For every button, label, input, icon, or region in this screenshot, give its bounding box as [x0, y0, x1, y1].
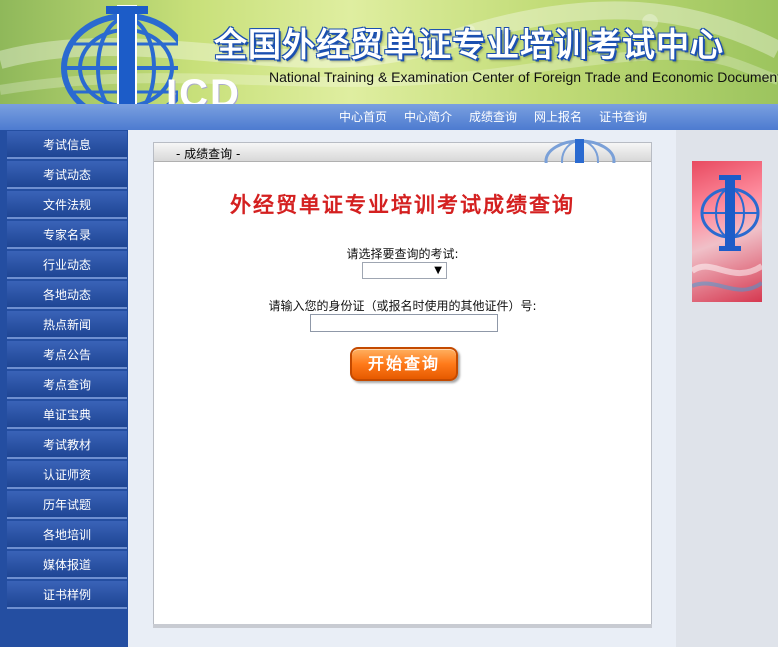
logo-text: ICD	[166, 72, 241, 104]
panel-bottom-border	[153, 624, 652, 628]
sidebar-item-experts[interactable]: 专家名录	[7, 221, 127, 249]
score-query-panel: - 成绩查询 - 外经贸单证专业培训考试成绩查询 请选择要查询的考试: ▼ 请输…	[153, 139, 652, 628]
site-subtitle: National Training & Examination Center o…	[269, 69, 778, 85]
id-number-input[interactable]	[310, 314, 498, 332]
sidebar-item-past-papers[interactable]: 历年试题	[7, 491, 127, 519]
sidebar-item-document-guide[interactable]: 单证宝典	[7, 401, 127, 429]
start-query-button[interactable]: 开始查询	[350, 347, 458, 381]
exam-select-label: 请选择要查询的考试:	[346, 247, 459, 261]
globe-logo-icon	[544, 139, 616, 163]
sidebar-item-media[interactable]: 媒体报道	[7, 551, 127, 579]
right-banner-image[interactable]	[692, 161, 762, 302]
header-banner: ICD 全国外经贸单证专业培训考试中心 National Training & …	[0, 0, 778, 104]
sidebar-item-center-query[interactable]: 考点查询	[7, 371, 127, 399]
site-title: 全国外经贸单证专业培训考试中心	[214, 25, 724, 64]
nav-home[interactable]: 中心首页	[332, 108, 397, 125]
sidebar-item-industry-news[interactable]: 行业动态	[7, 251, 127, 279]
chevron-down-icon[interactable]: ▼	[434, 263, 442, 278]
sidebar-item-textbooks[interactable]: 考试教材	[7, 431, 127, 459]
sidebar-item-regulations[interactable]: 文件法规	[7, 191, 127, 219]
globe-logo-icon	[61, 5, 178, 104]
sidebar-item-center-notice[interactable]: 考点公告	[7, 341, 127, 369]
globe-logo-icon	[692, 175, 762, 292]
sidebar-item-local-news[interactable]: 各地动态	[7, 281, 127, 309]
sidebar-item-exam-news[interactable]: 考试动态	[7, 161, 127, 189]
nav-certificate-query[interactable]: 证书查询	[592, 108, 657, 125]
sidebar-item-certificate-samples[interactable]: 证书样例	[7, 581, 127, 609]
sidebar-item-local-training[interactable]: 各地培训	[7, 521, 127, 549]
exam-select[interactable]: ▼	[362, 262, 447, 279]
nav-online-registration[interactable]: 网上报名	[527, 108, 592, 125]
panel-title: - 成绩查询 -	[176, 147, 241, 161]
sidebar-item-hot-news[interactable]: 热点新闻	[7, 311, 127, 339]
sidebar-item-exam-info[interactable]: 考试信息	[7, 131, 127, 159]
panel-header: - 成绩查询 -	[154, 139, 651, 163]
page-title: 外经贸单证专业培训考试成绩查询	[230, 192, 575, 217]
id-input-label: 请输入您的身份证（或报名时使用的其他证件）号:	[268, 299, 537, 313]
sidebar-item-certified-teachers[interactable]: 认证师资	[7, 461, 127, 489]
top-nav: 中心首页 中心简介 成绩查询 网上报名 证书查询	[0, 104, 778, 130]
nav-about[interactable]: 中心简介	[397, 108, 462, 125]
nav-score-query[interactable]: 成绩查询	[462, 108, 527, 125]
